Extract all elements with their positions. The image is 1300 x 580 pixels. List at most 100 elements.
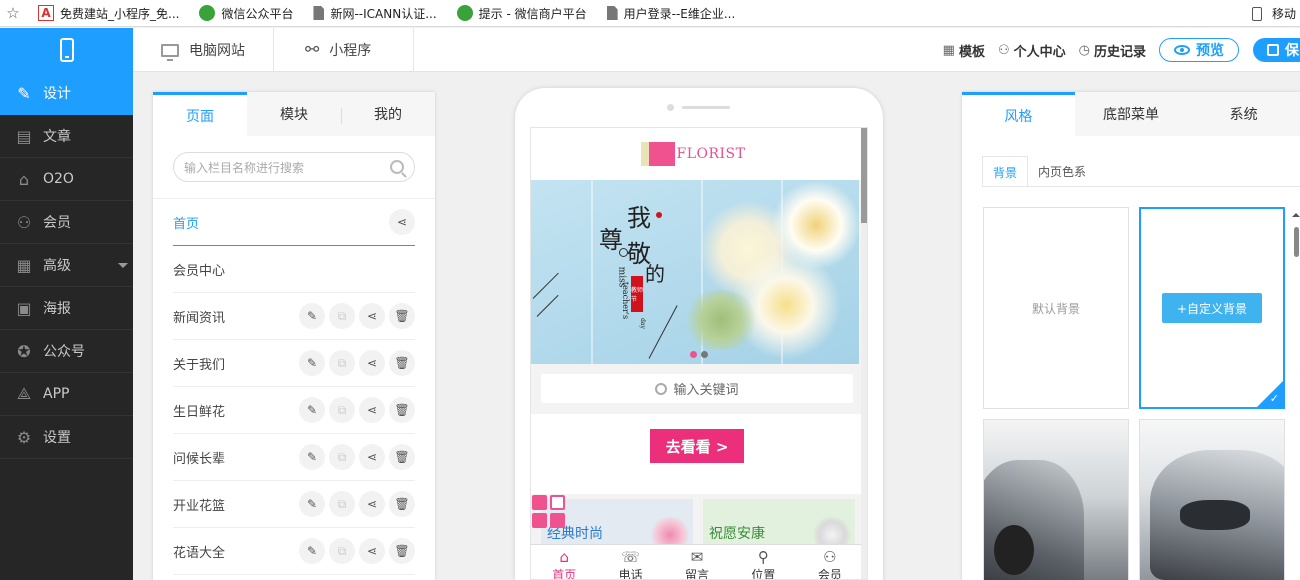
edit-icon[interactable]: ✎ <box>299 444 325 470</box>
history-button[interactable]: ◷ 历史记录 <box>1079 41 1146 60</box>
sidebar-item-o2o[interactable]: ⌂ O2O <box>0 158 133 201</box>
mobile-bookmarks[interactable]: 移动 <box>1251 0 1300 26</box>
car-background-option[interactable] <box>983 419 1129 580</box>
tab-member[interactable]: ⚇ 会员 <box>797 545 863 580</box>
copy-icon[interactable]: ⧉ <box>329 397 355 423</box>
tab-location[interactable]: ⚲ 位置 <box>730 545 796 580</box>
keyword-search-input[interactable]: 输入关键词 <box>541 374 853 403</box>
delete-icon[interactable]: 🗑 <box>389 397 415 423</box>
tab-system[interactable]: 系统 <box>1187 92 1300 136</box>
tab-bottom-menu[interactable]: 底部菜单 <box>1075 92 1188 136</box>
sidebar-item-article[interactable]: ▤ 文章 <box>0 115 133 158</box>
share-icon[interactable]: ⋖ <box>359 350 385 376</box>
delete-icon[interactable]: 🗑 <box>389 491 415 517</box>
screen-scrollbar-thumb[interactable] <box>861 128 867 223</box>
search-icon[interactable] <box>390 160 404 174</box>
template-button[interactable]: ▦ 模板 <box>943 41 985 60</box>
edit-icon[interactable]: ✎ <box>299 491 325 517</box>
edit-icon[interactable]: ✎ <box>299 303 325 329</box>
share-icon[interactable]: ⋖ <box>359 491 385 517</box>
copy-icon[interactable]: ⧉ <box>329 538 355 564</box>
bookmark-item[interactable]: 用户登录--E维企业... <box>595 0 744 26</box>
scroll-up-icon[interactable] <box>1292 209 1300 217</box>
custom-background-option[interactable]: +自定义背景 ✓ <box>1139 207 1285 409</box>
sidebar-item-app[interactable]: ⟁ APP <box>0 373 133 416</box>
edit-icon[interactable]: ✎ <box>299 538 325 564</box>
list-item[interactable]: 问候长辈 ✎ ⧉ ⋖ 🗑 <box>173 434 415 481</box>
bookmark-item[interactable]: 新网--ICANN认证... <box>301 0 444 26</box>
car-background-option[interactable] <box>1139 419 1285 580</box>
sidebar-item-poster[interactable]: ▣ 海报 <box>0 287 133 330</box>
tab-phone[interactable]: ☏ 电话 <box>597 545 663 580</box>
share-icon[interactable]: ⋖ <box>359 444 385 470</box>
template-icon: ▦ <box>942 42 955 58</box>
save-button[interactable]: 保 <box>1253 38 1300 62</box>
copy-icon[interactable]: ⧉ <box>329 303 355 329</box>
list-item[interactable]: 会员中心 <box>173 246 415 293</box>
tab-pc-website[interactable]: 电脑网站 <box>133 28 274 72</box>
tab-mini-program[interactable]: ⚯ 小程序 <box>277 28 414 72</box>
delete-icon[interactable]: 🗑 <box>389 303 415 329</box>
sidebar-item-design[interactable]: ✎ 设计 <box>0 72 133 115</box>
edit-icon[interactable]: ✎ <box>299 397 325 423</box>
star-icon[interactable]: ☆ <box>0 4 26 22</box>
default-background-option[interactable]: 默认背景 <box>983 207 1129 409</box>
category-card[interactable]: 祝愿安康 <box>703 499 855 547</box>
share-icon[interactable]: ⋖ <box>389 209 415 235</box>
list-item[interactable]: 开业花篮 ✎ ⧉ ⋖ 🗑 <box>173 481 415 528</box>
copy-icon[interactable]: ⧉ <box>329 444 355 470</box>
banner-carousel[interactable]: 我 尊 敬 的 miss teacher's day 教师节 <box>531 180 859 364</box>
list-item[interactable]: 新闻资讯 ✎ ⧉ ⋖ 🗑 <box>173 293 415 340</box>
sidebar-item-member[interactable]: ⚇ 会员 <box>0 201 133 244</box>
bookmark-item[interactable]: 微信公众平台 <box>187 0 301 26</box>
share-icon[interactable]: ⋖ <box>359 538 385 564</box>
bookmark-item[interactable]: A 免费建站_小程序_免... <box>26 0 187 26</box>
carousel-dot[interactable] <box>701 351 708 358</box>
share-icon[interactable]: ⋖ <box>359 303 385 329</box>
list-item[interactable]: 首页 ⋖ <box>173 199 415 246</box>
sidebar-item-label: 设计 <box>43 86 71 102</box>
phone-device-icon <box>59 38 74 62</box>
phone-screen: FLORIST 我 尊 敬 的 miss teacher's day 教师节 输… <box>530 127 868 580</box>
mobile-device-icon <box>1251 6 1262 21</box>
tab-home[interactable]: ⌂ 首页 <box>531 545 597 580</box>
copy-icon[interactable]: ⧉ <box>329 350 355 376</box>
personal-center-button[interactable]: ⚇ 个人中心 <box>998 41 1066 60</box>
sidebar-item-settings[interactable]: ⚙ 设置 <box>0 416 133 459</box>
sidebar-item-advanced[interactable]: ▦ 高级 <box>0 244 133 287</box>
tab-style[interactable]: 风格 <box>962 92 1075 136</box>
grid-cell <box>532 495 547 510</box>
copy-icon[interactable]: ⧉ <box>329 491 355 517</box>
custom-background-button[interactable]: +自定义背景 <box>1162 293 1262 323</box>
delete-icon[interactable]: 🗑 <box>389 350 415 376</box>
edit-icon[interactable]: ✎ <box>299 350 325 376</box>
tab-pages[interactable]: 页面 <box>153 92 247 136</box>
sidebar-item-official-account[interactable]: ✪ 公众号 <box>0 330 133 373</box>
sidebar-item-label: 海报 <box>43 301 71 317</box>
brand-header[interactable]: FLORIST <box>531 128 863 180</box>
delete-icon[interactable]: 🗑 <box>389 538 415 564</box>
module-grid-icon[interactable] <box>531 494 567 530</box>
link-icon: ⚯ <box>305 40 320 60</box>
subtab-background[interactable]: 背景 <box>982 156 1029 187</box>
go-see-button[interactable]: 去看看 > <box>650 429 744 463</box>
list-item[interactable]: 关于我们 ✎ ⧉ ⋖ 🗑 <box>173 340 415 387</box>
tab-message[interactable]: ✉ 留言 <box>664 545 730 580</box>
tab-label: 页面 <box>186 108 214 125</box>
style-panel-scrollbar[interactable] <box>1292 207 1300 580</box>
tab-mine[interactable]: 我的 <box>341 92 435 136</box>
delete-icon[interactable]: 🗑 <box>389 444 415 470</box>
bookmark-item[interactable]: 提示 - 微信商户平台 <box>445 0 595 26</box>
list-item[interactable]: 花语大全 ✎ ⧉ ⋖ 🗑 <box>173 528 415 575</box>
tab-modules[interactable]: 模块 <box>247 92 341 136</box>
mobile-logo[interactable] <box>0 28 133 72</box>
screen-scrollbar[interactable] <box>861 128 867 579</box>
carousel-dot[interactable] <box>690 351 697 358</box>
grid-icon: ▦ <box>16 255 32 275</box>
list-item[interactable]: 生日鲜花 ✎ ⧉ ⋖ 🗑 <box>173 387 415 434</box>
page-search-input[interactable]: 输入栏目名称进行搜索 <box>173 152 415 182</box>
share-icon[interactable]: ⋖ <box>359 397 385 423</box>
preview-button[interactable]: 预览 <box>1159 38 1239 62</box>
scrollbar-thumb[interactable] <box>1294 227 1299 257</box>
subtab-inner-color[interactable]: 内页色系 <box>1028 156 1097 187</box>
